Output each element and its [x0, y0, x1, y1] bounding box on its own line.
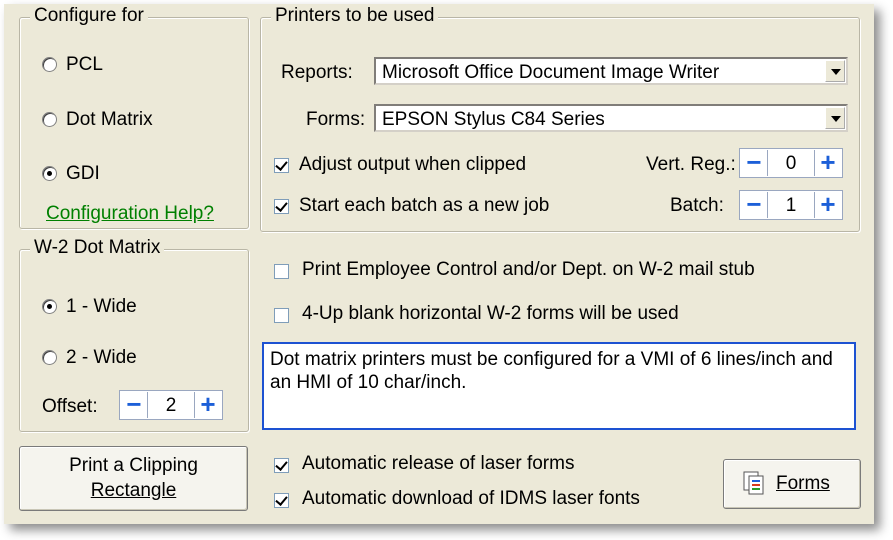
forms-icon	[743, 471, 764, 495]
radio-2-wide[interactable]: 2 - Wide	[42, 347, 192, 369]
radio-label: 2 - Wide	[66, 347, 137, 368]
radio-label: 1 - Wide	[66, 296, 137, 317]
forms-label: Forms:	[306, 109, 366, 130]
auto-download-label[interactable]: Automatic download of IDMS laser fonts	[302, 488, 640, 510]
minus-button[interactable]: −	[741, 191, 768, 218]
offset-value[interactable]: 2	[148, 395, 194, 417]
radio-circle[interactable]	[42, 166, 57, 181]
radio-1-wide[interactable]: 1 - Wide	[42, 296, 192, 318]
start-batch-checkbox[interactable]	[274, 199, 289, 214]
reports-printer-select[interactable]: Microsoft Office Document Image Writer	[374, 57, 848, 85]
clipping-line2: Rectangle	[90, 480, 177, 501]
auto-release-label[interactable]: Automatic release of laser forms	[302, 453, 574, 475]
plus-button[interactable]: +	[814, 149, 841, 176]
forms-printer-value: EPSON Stylus C84 Series	[382, 109, 605, 130]
printers-legend: Printers to be used	[271, 5, 439, 27]
radio-label: Dot Matrix	[66, 109, 153, 130]
adjust-output-label[interactable]: Adjust output when clipped	[299, 154, 526, 176]
plus-button[interactable]: +	[814, 191, 841, 218]
print-employee-checkbox[interactable]	[274, 264, 289, 279]
auto-release-checkbox[interactable]	[274, 458, 289, 473]
radio-circle[interactable]	[42, 112, 57, 127]
plus-button[interactable]: +	[194, 391, 221, 418]
adjust-output-checkbox[interactable]	[274, 158, 289, 173]
radio-label: GDI	[66, 163, 100, 184]
reports-printer-value: Microsoft Office Document Image Writer	[382, 62, 720, 83]
radio-dot-matrix[interactable]: Dot Matrix	[42, 109, 202, 131]
minus-button[interactable]: −	[741, 149, 768, 176]
batch-label: Batch:	[670, 195, 724, 216]
vert-reg-stepper[interactable]: − 0 +	[739, 148, 843, 178]
forms-printer-select[interactable]: EPSON Stylus C84 Series	[374, 104, 848, 132]
configure-legend: Configure for	[30, 5, 148, 27]
print-clipping-rectangle-button[interactable]: Print a Clipping Rectangle	[19, 446, 248, 511]
chevron-down-icon[interactable]	[825, 107, 845, 129]
vert-reg-value[interactable]: 0	[768, 153, 814, 175]
print-setup-panel: Configure for PCL Dot Matrix GDI Configu…	[4, 4, 874, 524]
print-employee-label[interactable]: Print Employee Control and/or Dept. on W…	[302, 259, 755, 281]
minus-button[interactable]: −	[121, 391, 148, 418]
dot-matrix-note: Dot matrix printers must be configured f…	[262, 342, 856, 430]
radio-circle[interactable]	[42, 57, 57, 72]
radio-label: PCL	[66, 54, 103, 75]
vert-reg-label: Vert. Reg.:	[646, 154, 736, 175]
configuration-help-link[interactable]: Configuration Help?	[46, 203, 214, 225]
w2-legend: W-2 Dot Matrix	[30, 237, 165, 259]
batch-value[interactable]: 1	[768, 195, 814, 217]
radio-pcl[interactable]: PCL	[42, 54, 162, 76]
radio-gdi[interactable]: GDI	[42, 163, 162, 185]
forms-button[interactable]: Forms	[723, 459, 861, 509]
printers-group: Printers to be used Reports: Microsoft O…	[260, 5, 860, 232]
chevron-down-icon[interactable]	[825, 60, 845, 82]
radio-circle[interactable]	[42, 350, 57, 365]
start-batch-label[interactable]: Start each batch as a new job	[299, 195, 549, 217]
reports-label: Reports:	[281, 62, 353, 83]
forms-button-label: Forms	[776, 473, 830, 494]
w2-dot-matrix-group: W-2 Dot Matrix 1 - Wide 2 - Wide Offset:…	[19, 237, 249, 432]
fourup-checkbox[interactable]	[274, 308, 289, 323]
clipping-line1: Print a Clipping	[69, 455, 198, 476]
batch-stepper[interactable]: − 1 +	[739, 190, 843, 220]
radio-circle[interactable]	[42, 299, 57, 314]
fourup-label[interactable]: 4-Up blank horizontal W-2 forms will be …	[302, 303, 679, 325]
auto-download-checkbox[interactable]	[274, 493, 289, 508]
offset-label: Offset:	[42, 396, 98, 417]
offset-stepper[interactable]: − 2 +	[119, 390, 223, 420]
configure-group: Configure for PCL Dot Matrix GDI Configu…	[19, 5, 249, 229]
